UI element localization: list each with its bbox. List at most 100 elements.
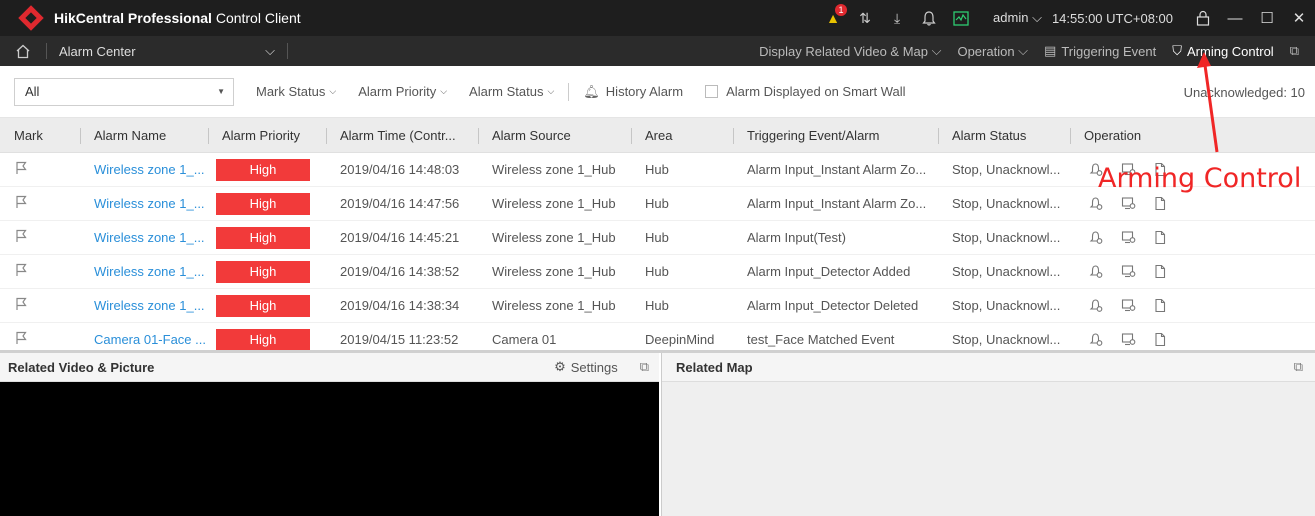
header-triggering-event[interactable]: Triggering Event/Alarm bbox=[733, 118, 938, 153]
alarm-status: Stop, Unacknowl... bbox=[952, 230, 1061, 245]
warning-icon[interactable]: ▲ 1 bbox=[822, 4, 848, 29]
triggering-event: Alarm Input_Instant Alarm Zo... bbox=[747, 162, 927, 177]
flag-icon[interactable] bbox=[14, 195, 28, 212]
triggering-event-button[interactable]: ▤ Triggering Event bbox=[1044, 43, 1156, 59]
acknowledge-icon[interactable] bbox=[1084, 298, 1108, 313]
table-row[interactable]: Wireless zone 1_... High 2019/04/16 14:38:… bbox=[0, 289, 1315, 323]
related-map-panel: Related Map ⧉ bbox=[661, 353, 1315, 516]
mark-status-filter[interactable]: Mark Status ⌵ bbox=[256, 84, 336, 99]
alarm-area: Hub bbox=[645, 230, 669, 245]
triggering-event: Alarm Input_Detector Added bbox=[747, 264, 911, 279]
header-operation: Operation bbox=[1070, 118, 1315, 153]
alarm-name-link[interactable]: Wireless zone 1_... bbox=[80, 255, 208, 289]
acknowledge-icon[interactable] bbox=[1084, 332, 1108, 347]
alarm-source: Camera 01 bbox=[492, 332, 557, 347]
alarm-area: Hub bbox=[645, 196, 669, 211]
monitor-icon[interactable] bbox=[950, 7, 972, 29]
alarm-type-select[interactable]: All ▼ bbox=[14, 77, 234, 106]
header-mark[interactable]: Mark bbox=[0, 118, 80, 153]
alarm-area: DeepinMind bbox=[645, 332, 715, 347]
priority-badge: High bbox=[216, 260, 310, 283]
popout-icon[interactable]: ⧉ bbox=[1294, 359, 1303, 375]
settings-button[interactable]: Settings bbox=[571, 360, 618, 375]
close-icon[interactable]: ✕ bbox=[1283, 0, 1315, 36]
acknowledge-icon[interactable] bbox=[1084, 230, 1108, 245]
alarm-name-link[interactable]: Wireless zone 1_... bbox=[80, 289, 208, 323]
alarm-time: 2019/04/16 14:45:21 bbox=[340, 230, 460, 245]
header-alarm-status[interactable]: Alarm Status bbox=[938, 118, 1070, 153]
alarm-time: 2019/04/16 14:38:52 bbox=[340, 264, 460, 279]
gear-icon[interactable]: ⚙ bbox=[554, 359, 566, 375]
alarm-source: Wireless zone 1_Hub bbox=[492, 162, 616, 177]
table-row[interactable]: Wireless zone 1_... High 2019/04/16 14:38:… bbox=[0, 255, 1315, 289]
dropdown-arrow-icon: ▼ bbox=[217, 87, 225, 96]
triggering-event: test_Face Matched Event bbox=[747, 332, 895, 347]
popout-icon[interactable]: ⧉ bbox=[1290, 43, 1299, 59]
flag-icon[interactable] bbox=[14, 263, 28, 280]
related-video-panel: Related Video & Picture ⚙ Settings ⧉ bbox=[0, 353, 659, 516]
flag-icon[interactable] bbox=[14, 297, 28, 314]
alarm-status-filter[interactable]: Alarm Status ⌵ bbox=[469, 84, 554, 99]
history-alarm-button[interactable]: 🔔︎ History Alarm bbox=[583, 84, 683, 100]
home-icon[interactable] bbox=[0, 36, 46, 66]
nav-bar: Alarm Center ⌵ Display Related Video & Ma… bbox=[0, 36, 1315, 66]
alarm-name-link[interactable]: Wireless zone 1_... bbox=[80, 187, 208, 221]
flag-icon[interactable] bbox=[14, 161, 28, 178]
popout-icon[interactable]: ⧉ bbox=[640, 359, 649, 375]
export-icon[interactable] bbox=[1148, 230, 1172, 245]
alarm-status: Stop, Unacknowl... bbox=[952, 332, 1061, 347]
export-icon[interactable] bbox=[1148, 264, 1172, 279]
acknowledge-icon[interactable] bbox=[1084, 264, 1108, 279]
export-icon[interactable] bbox=[1148, 196, 1172, 211]
table-row[interactable]: Camera 01-Face ... High 2019/04/15 11:23:5… bbox=[0, 323, 1315, 350]
alarm-name-link[interactable]: Wireless zone 1_... bbox=[80, 221, 208, 255]
maximize-icon[interactable]: ☐ bbox=[1251, 0, 1283, 36]
bell-icon[interactable] bbox=[918, 7, 940, 29]
alarm-status: Stop, Unacknowl... bbox=[952, 162, 1061, 177]
table-header: Mark Alarm Name Alarm Priority Alarm Tim… bbox=[0, 118, 1315, 153]
smart-wall-checkbox[interactable]: Alarm Displayed on Smart Wall bbox=[705, 84, 906, 99]
alarm-table: Mark Alarm Name Alarm Priority Alarm Tim… bbox=[0, 118, 1315, 350]
operation-menu[interactable]: Operation ⌵ bbox=[957, 43, 1028, 59]
shield-icon: ⛉ bbox=[1172, 43, 1182, 58]
display-on-wall-icon[interactable] bbox=[1116, 196, 1140, 211]
triggering-event-icon: ▤ bbox=[1044, 43, 1057, 58]
header-alarm-name[interactable]: Alarm Name bbox=[80, 118, 208, 153]
alarm-source: Wireless zone 1_Hub bbox=[492, 298, 616, 313]
filter-bar: All ▼ Mark Status ⌵ Alarm Priority ⌵ Alarm … bbox=[0, 66, 1315, 118]
display-on-wall-icon[interactable] bbox=[1116, 264, 1140, 279]
app-title: HikCentral Professional Control Client bbox=[54, 10, 301, 26]
alarm-priority-filter[interactable]: Alarm Priority ⌵ bbox=[358, 84, 447, 99]
export-icon[interactable] bbox=[1148, 298, 1172, 313]
display-on-wall-icon[interactable] bbox=[1116, 230, 1140, 245]
priority-badge: High bbox=[216, 294, 310, 317]
flag-icon[interactable] bbox=[14, 229, 28, 246]
acknowledge-icon[interactable] bbox=[1084, 196, 1108, 211]
display-related-menu[interactable]: Display Related Video & Map ⌵ bbox=[759, 43, 941, 59]
chevron-down-icon: ⌵ bbox=[265, 43, 275, 58]
display-on-wall-icon[interactable] bbox=[1116, 298, 1140, 313]
header-alarm-source[interactable]: Alarm Source bbox=[478, 118, 631, 153]
display-on-wall-icon[interactable] bbox=[1116, 332, 1140, 347]
header-alarm-priority[interactable]: Alarm Priority bbox=[208, 118, 326, 153]
lock-icon[interactable] bbox=[1187, 0, 1219, 36]
alarm-status: Stop, Unacknowl... bbox=[952, 264, 1061, 279]
header-area[interactable]: Area bbox=[631, 118, 733, 153]
export-icon[interactable] bbox=[1148, 332, 1172, 347]
alarm-name-link[interactable]: Wireless zone 1_... bbox=[80, 153, 208, 187]
download-icon[interactable]: ⤓ bbox=[886, 7, 908, 29]
alarm-name-link[interactable]: Camera 01-Face ... bbox=[80, 323, 208, 351]
flag-icon[interactable] bbox=[14, 331, 28, 348]
transfer-icon[interactable]: ⇅ bbox=[854, 7, 876, 29]
module-selector[interactable]: Alarm Center ⌵ bbox=[47, 43, 287, 59]
alarm-area: Hub bbox=[645, 162, 669, 177]
user-menu[interactable]: admin ⌵ bbox=[993, 10, 1042, 26]
annotation-label: Arming Control bbox=[1098, 163, 1302, 194]
table-row[interactable]: Wireless zone 1_... High 2019/04/16 14:45:… bbox=[0, 221, 1315, 255]
alarm-source: Wireless zone 1_Hub bbox=[492, 196, 616, 211]
alarm-source: Wireless zone 1_Hub bbox=[492, 264, 616, 279]
checkbox[interactable] bbox=[705, 85, 719, 98]
arming-control-button[interactable]: ⛉ Arming Control bbox=[1172, 43, 1273, 59]
minimize-icon[interactable]: — bbox=[1219, 0, 1251, 36]
header-alarm-time[interactable]: Alarm Time (Contr... bbox=[326, 118, 478, 153]
